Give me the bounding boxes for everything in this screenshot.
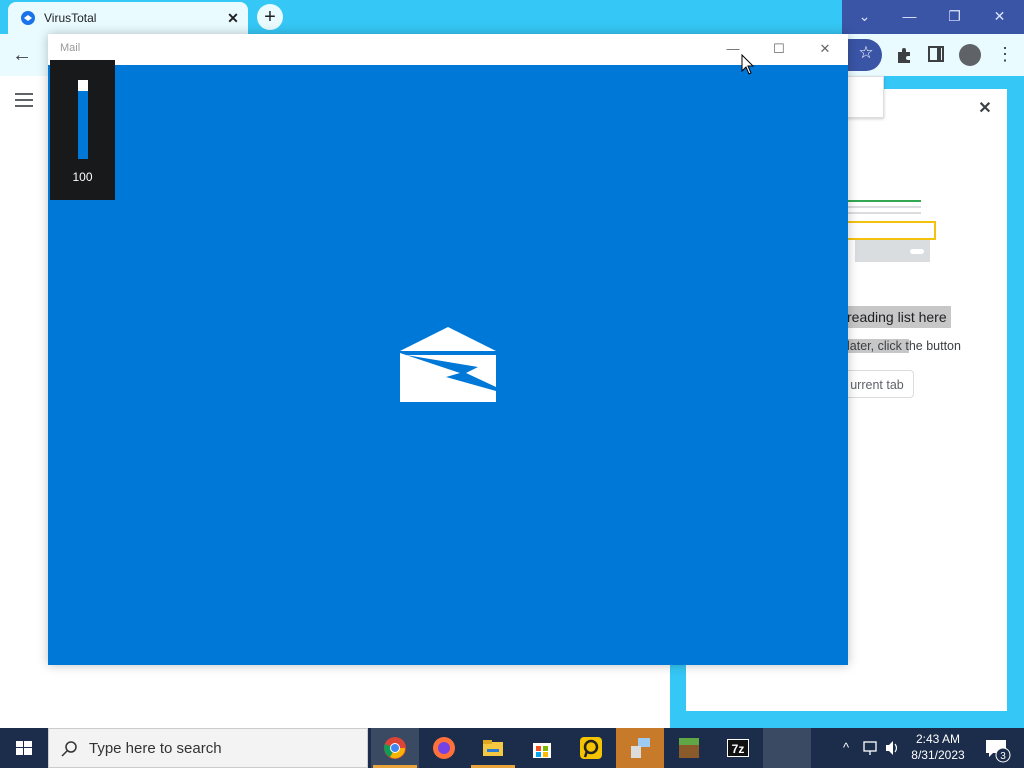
- browser-minimize-button[interactable]: —: [887, 0, 932, 34]
- mail-window: Mail — ☐ ✕: [48, 34, 848, 665]
- taskbar-file-explorer[interactable]: [469, 728, 517, 768]
- mouse-cursor-icon: [741, 54, 755, 75]
- search-placeholder: Type here to search: [89, 740, 222, 757]
- mail-maximize-button[interactable]: ☐: [756, 34, 802, 65]
- illustration-pill: [910, 249, 924, 254]
- store-icon: [533, 743, 551, 758]
- taskbar-network-app[interactable]: [616, 728, 664, 768]
- taskbar-search-box[interactable]: Type here to search: [48, 728, 368, 768]
- mail-titlebar[interactable]: Mail — ☐ ✕: [48, 34, 848, 65]
- taskbar-minecraft[interactable]: [665, 728, 713, 768]
- taskbar-store[interactable]: [518, 728, 566, 768]
- browser-restore-button[interactable]: ❐: [932, 0, 977, 34]
- illustration-line: [846, 200, 921, 202]
- body-text: he button: [908, 339, 961, 353]
- illustration-line: [846, 212, 921, 214]
- virustotal-icon: [21, 11, 35, 25]
- highlighted-text: later, click t: [847, 339, 909, 353]
- browser-tab-virustotal[interactable]: VirusTotal ✕: [8, 2, 248, 34]
- side-panel-close-icon[interactable]: ✕: [976, 100, 994, 118]
- panel-selector-dropdown[interactable]: [842, 76, 884, 118]
- taskbar: Type here to search 7z ^ 2:43 AM 8/31/20…: [0, 728, 1024, 768]
- tab-title: VirusTotal: [44, 11, 97, 25]
- taskbar-clock[interactable]: 2:43 AM 8/31/2023: [906, 731, 970, 763]
- extensions-puzzle-icon[interactable]: [895, 45, 915, 65]
- more-menu-icon[interactable]: ⋮: [996, 42, 1014, 66]
- volume-flyout: 100: [50, 60, 115, 200]
- taskbar-chrome[interactable]: [371, 728, 419, 768]
- taskbar-firefox[interactable]: [420, 728, 468, 768]
- browser-window-controls: ⌄ — ❐ ✕: [842, 0, 1024, 34]
- mail-close-button[interactable]: ✕: [802, 34, 848, 65]
- tab-search-chevron-icon[interactable]: ⌄: [842, 0, 887, 34]
- search-icon: [61, 741, 77, 757]
- side-panel-icon[interactable]: [928, 46, 944, 62]
- browser-close-button[interactable]: ✕: [977, 0, 1022, 34]
- mail-window-title: Mail: [60, 42, 81, 54]
- 7zip-icon: 7z: [727, 739, 749, 757]
- hamburger-menu-icon[interactable]: [15, 93, 33, 109]
- volume-slider-track[interactable]: [78, 80, 88, 159]
- reading-list-empty-heading: reading list here: [843, 306, 951, 328]
- windows-start-icon[interactable]: [0, 728, 48, 768]
- file-explorer-icon: [483, 740, 503, 756]
- clock-time: 2:43 AM: [915, 732, 961, 746]
- speaker-volume-icon[interactable]: [884, 728, 902, 768]
- back-arrow-icon[interactable]: ←: [10, 43, 34, 67]
- mail-envelope-icon: [400, 327, 496, 402]
- svg-text:7z: 7z: [732, 742, 745, 756]
- notification-count-badge: 3: [1000, 751, 1006, 762]
- show-hidden-icons-chevron-icon[interactable]: ^: [836, 728, 856, 768]
- network-icon: [631, 738, 650, 758]
- tab-close-icon[interactable]: ✕: [224, 9, 242, 27]
- app-icon: [580, 737, 602, 759]
- action-center-icon[interactable]: 3: [976, 728, 1016, 768]
- bookmark-star-icon[interactable]: ☆: [856, 43, 876, 65]
- volume-slider-thumb[interactable]: [78, 80, 88, 91]
- taskbar-7zip[interactable]: 7z: [714, 728, 762, 768]
- taskbar-app[interactable]: [567, 728, 615, 768]
- new-tab-button[interactable]: +: [257, 4, 283, 30]
- clock-date: 8/31/2023: [911, 748, 965, 762]
- profile-avatar-icon[interactable]: [959, 44, 981, 66]
- add-current-tab-button[interactable]: urrent tab: [840, 370, 914, 398]
- illustration-highlight-box: [846, 221, 936, 240]
- chrome-icon: [384, 737, 406, 759]
- browser-tab-strip: VirusTotal ✕ + ⌄ — ❐ ✕: [0, 0, 1024, 34]
- firefox-icon: [433, 737, 455, 759]
- reading-list-empty-body: later, click the button: [847, 337, 961, 355]
- volume-level-value: 100: [72, 170, 93, 184]
- network-tray-icon[interactable]: [862, 728, 880, 768]
- taskbar-blank-app[interactable]: [763, 728, 811, 768]
- illustration-line: [846, 206, 921, 208]
- minecraft-icon: [679, 738, 699, 758]
